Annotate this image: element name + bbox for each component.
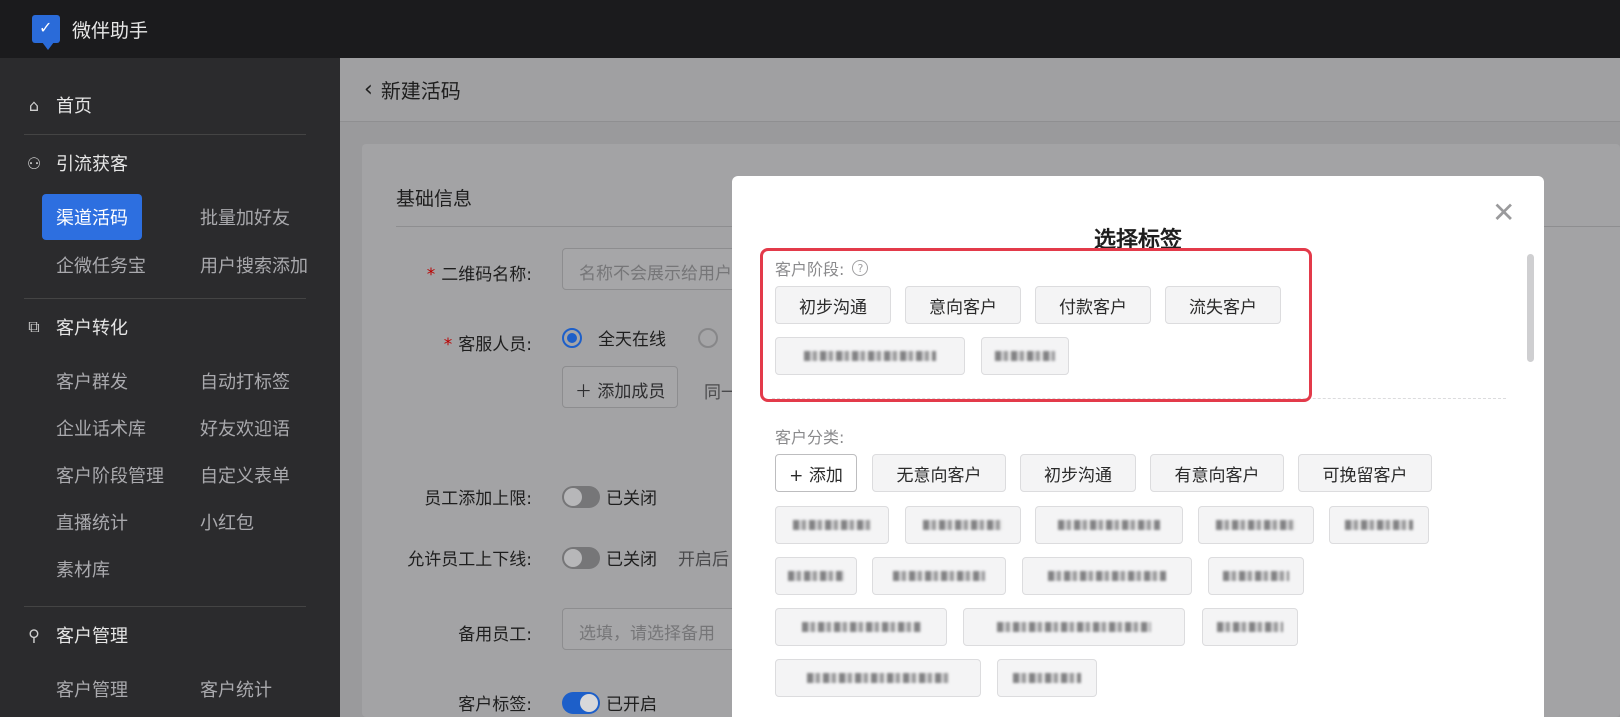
page-header: ‹ 新建活码 <box>340 58 1620 122</box>
modal-scrollbar[interactable] <box>1527 254 1534 362</box>
sidebar-item-customer-stats[interactable]: 客户统计 <box>200 676 272 702</box>
sidebar-section-customer-management[interactable]: ⚲ 客户管理 <box>24 622 128 648</box>
backup-staff-label: 备用员工: <box>458 625 532 645</box>
tag-blurred[interactable] <box>905 506 1021 544</box>
tag-blurred[interactable] <box>1022 557 1192 595</box>
tag-blurred[interactable] <box>872 557 1006 595</box>
tag-blurred[interactable] <box>1329 506 1429 544</box>
divider <box>24 606 306 607</box>
radio-all-day[interactable] <box>562 328 582 348</box>
stage-group-label: 客户阶段: ? <box>775 256 869 280</box>
tag-blurred[interactable] <box>981 337 1069 375</box>
conversion-icon: ⧉ <box>28 317 40 336</box>
sidebar-item-red-packet[interactable]: 小红包 <box>200 509 254 535</box>
customer-tag-toggle[interactable] <box>562 692 600 714</box>
sidebar-item-mass-send[interactable]: 客户群发 <box>56 368 128 394</box>
sidebar-item-custom-form[interactable]: 自定义表单 <box>200 462 290 488</box>
app-title: 微伴助手 <box>72 19 149 42</box>
modal-title: 选择标签 <box>1093 228 1182 253</box>
sidebar-item-stage-management[interactable]: 客户阶段管理 <box>56 462 164 488</box>
tag-lost-customer[interactable]: 流失客户 <box>1165 286 1281 324</box>
staff-limit-state: 已关闭 <box>606 489 657 509</box>
customer-tag-state: 已开启 <box>606 695 657 715</box>
tag-paying-customer[interactable]: 付款客户 <box>1035 286 1151 324</box>
tag-blurred[interactable] <box>1208 557 1304 595</box>
tag-blurred[interactable] <box>775 337 965 375</box>
staff-limit-label: 员工添加上限: <box>424 489 532 509</box>
help-icon[interactable]: ? <box>852 260 869 276</box>
tag-intended-customer[interactable]: 意向客户 <box>905 286 1021 324</box>
tag-initial-contact[interactable]: 初步沟通 <box>775 286 891 324</box>
sidebar-item-script-library[interactable]: 企业话术库 <box>56 415 146 441</box>
tag-blurred[interactable] <box>1035 506 1183 544</box>
top-bar: 微伴助手 <box>0 0 1620 58</box>
tag-blurred[interactable] <box>1202 608 1298 646</box>
divider <box>24 298 306 299</box>
staff-label: * 客服人员: <box>443 335 532 355</box>
tag-blurred[interactable] <box>963 608 1185 646</box>
sidebar-item-materials[interactable]: 素材库 <box>56 556 110 582</box>
sidebar-item-customer-management[interactable]: 客户管理 <box>56 676 128 702</box>
allow-online-toggle[interactable] <box>562 547 600 569</box>
sidebar-item-channel-code[interactable]: 渠道活码 <box>42 194 142 240</box>
sidebar-item-auto-tag[interactable]: 自动打标签 <box>200 368 290 394</box>
staff-limit-toggle[interactable] <box>562 486 600 508</box>
tag-blurred[interactable] <box>775 659 981 697</box>
sidebar-item-task-treasure[interactable]: 企微任务宝 <box>56 252 146 278</box>
user-icon: ⚲ <box>28 625 40 645</box>
sidebar-item-home[interactable]: ⌂ 首页 <box>24 92 92 118</box>
divider <box>24 134 306 135</box>
app-logo-icon <box>32 15 60 50</box>
tag-blurred[interactable] <box>775 557 857 595</box>
sidebar: ⌂ 首页 ⚇ 引流获客 渠道活码 批量加好友 企微任务宝 用户搜索添加 ⧉ 客户… <box>0 58 340 717</box>
category-group-label: 客户分类: <box>775 428 845 447</box>
tag-blurred[interactable] <box>775 608 947 646</box>
section-title: 基础信息 <box>396 188 473 210</box>
sidebar-item-welcome-message[interactable]: 好友欢迎语 <box>200 415 290 441</box>
allow-online-label: 允许员工上下线: <box>407 550 532 570</box>
select-tags-modal: 选择标签 ✕ 客户阶段: ? 初步沟通 意向客户 付款客户 流失客户 客户分类:… <box>732 176 1544 717</box>
sidebar-item-user-search-add[interactable]: 用户搜索添加 <box>200 252 308 278</box>
tag-blurred[interactable] <box>997 659 1097 697</box>
tag-retainable[interactable]: 可挽留客户 <box>1298 454 1432 492</box>
allow-online-state: 已关闭 <box>606 550 657 570</box>
add-member-button[interactable]: ＋ 添加成员 <box>562 366 679 408</box>
back-chevron-icon[interactable]: ‹ <box>364 77 373 102</box>
tag-no-intent[interactable]: 无意向客户 <box>872 454 1006 492</box>
qrcode-name-label: * 二维码名称: <box>426 265 532 285</box>
add-tag-button[interactable]: + 添加 <box>775 454 857 492</box>
tag-blurred[interactable] <box>1198 506 1314 544</box>
tag-blurred[interactable] <box>775 506 889 544</box>
tag-has-intent[interactable]: 有意向客户 <box>1150 454 1284 492</box>
home-icon: ⌂ <box>28 95 40 115</box>
sidebar-item-live-stats[interactable]: 直播统计 <box>56 509 128 535</box>
sidebar-item-batch-add-friends[interactable]: 批量加好友 <box>200 204 290 230</box>
allow-online-hint: 开启后 <box>678 550 729 570</box>
radio-other[interactable] <box>698 328 718 348</box>
sidebar-section-conversion[interactable]: ⧉ 客户转化 <box>24 314 128 340</box>
page-title: 新建活码 <box>380 79 461 103</box>
close-icon[interactable]: ✕ <box>1492 196 1515 229</box>
divider <box>772 398 1506 399</box>
radio-all-day-label: 全天在线 <box>598 330 666 350</box>
tag-initial-contact-2[interactable]: 初步沟通 <box>1020 454 1136 492</box>
user-funnel-icon: ⚇ <box>26 153 42 173</box>
sidebar-section-acquisition[interactable]: ⚇ 引流获客 <box>24 150 128 176</box>
customer-tag-label: 客户标签: <box>458 695 532 715</box>
